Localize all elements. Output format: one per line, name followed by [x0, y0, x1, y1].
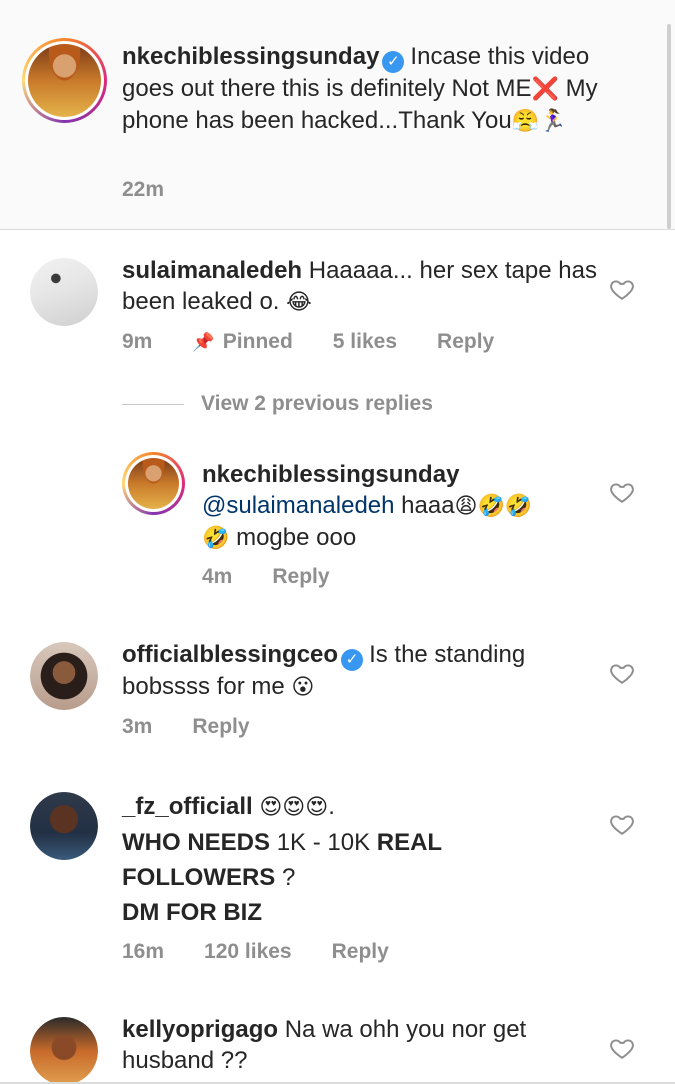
comment-time: 3m: [122, 715, 153, 738]
caption-avatar[interactable]: [22, 38, 107, 123]
comment-text: kellyoprigago Na wa ohh you nor get husb…: [122, 1014, 602, 1076]
reply-button[interactable]: Reply: [192, 715, 249, 739]
view-replies-label[interactable]: View 2 previous replies: [201, 392, 433, 416]
reply-time: 4m: [202, 565, 233, 588]
heart-outline-icon[interactable]: [609, 1035, 635, 1061]
reply-meta: 4m Reply: [202, 565, 370, 589]
reply-username[interactable]: nkechiblessingsunday: [202, 461, 459, 488]
comment-line: REAL: [370, 829, 443, 856]
comment-likes[interactable]: 5 likes: [333, 330, 397, 354]
comment-line: DM FOR BIZ: [122, 899, 262, 926]
pin-icon: 📌: [192, 331, 215, 352]
comment-text: sulaimanaledeh Haaaaa... her sex tape ha…: [122, 255, 602, 318]
avatar-image: [30, 1017, 98, 1084]
reply-button[interactable]: Reply: [437, 330, 494, 354]
comment-likes[interactable]: 120 likes: [204, 940, 292, 964]
verified-badge-icon: ✓: [341, 649, 364, 671]
reply-button[interactable]: Reply: [272, 565, 329, 589]
comment-emoji: 😮: [291, 675, 315, 700]
comment-line: 1K - 10K: [276, 829, 371, 856]
comment-text: officialblessingceo ✓ Is the standing bobs…: [122, 639, 602, 703]
caption-meta: 22m: [122, 178, 204, 202]
avatar-image: [30, 258, 98, 326]
comment-text: _fz_officiall 😍😍😍. WHO NEEDS 1K - 10K RE…: [122, 789, 602, 930]
view-replies-button[interactable]: View 2 previous replies: [122, 392, 433, 416]
avatar-image: [128, 458, 179, 509]
reply-body-1: haaa: [401, 492, 455, 519]
comment-meta: 3m Reply: [122, 715, 290, 739]
heart-outline-icon[interactable]: [609, 811, 635, 837]
comment-username[interactable]: sulaimanaledeh: [122, 257, 302, 284]
heart-outline-icon[interactable]: [609, 479, 635, 505]
verified-badge-icon: ✓: [382, 51, 405, 73]
comment-emoji: 😍😍😍: [259, 795, 329, 820]
comment-meta: 16m 120 likes Reply: [122, 940, 429, 964]
comment-avatar[interactable]: [30, 1017, 98, 1084]
avatar-image: [30, 792, 98, 860]
comment-body: .: [328, 793, 335, 820]
reply-emoji-1: 😩🤣🤣: [454, 494, 533, 519]
reply-button[interactable]: Reply: [332, 940, 389, 964]
caption-section: nkechiblessingsunday ✓ Incase this video g…: [0, 0, 675, 230]
avatar-image: [28, 44, 101, 117]
comment-meta: 9m 📌 Pinned 5 likes Reply: [122, 330, 534, 354]
comment-avatar[interactable]: [30, 258, 98, 326]
comment-username[interactable]: _fz_officiall: [122, 793, 253, 820]
divider-line: [122, 403, 184, 405]
heart-outline-icon[interactable]: [609, 276, 635, 302]
caption-emoji: 😤🏃‍♀️: [511, 109, 567, 134]
pinned-label: 📌 Pinned: [192, 330, 293, 353]
caption-text: nkechiblessingsunday ✓ Incase this video g…: [122, 41, 622, 137]
cross-mark-emoji: ❌: [531, 77, 559, 102]
reply-body-2: mogbe ooo: [236, 524, 357, 551]
comment-username[interactable]: officialblessingceo: [122, 641, 338, 668]
reply-text: nkechiblessingsunday @sulaimanaledeh haa…: [202, 459, 602, 554]
heart-outline-icon[interactable]: [609, 660, 635, 686]
reply-avatar[interactable]: [122, 452, 185, 515]
scrollbar[interactable]: [667, 24, 671, 229]
comment-time: 9m: [122, 330, 153, 353]
comment-avatar[interactable]: [30, 642, 98, 710]
comment-avatar[interactable]: [30, 792, 98, 860]
avatar-image: [30, 642, 98, 710]
caption-username[interactable]: nkechiblessingsunday: [122, 43, 379, 70]
caption-time: 22m: [122, 178, 165, 201]
comment-username[interactable]: kellyoprigago: [122, 1016, 278, 1043]
comment-line: FOLLOWERS: [122, 864, 276, 891]
comment-line: WHO NEEDS: [122, 829, 277, 856]
comment-emoji: 😂: [286, 290, 312, 315]
comment-time: 16m: [122, 940, 165, 963]
reply-emoji-2: 🤣: [202, 526, 230, 551]
comment-line: ?: [275, 864, 296, 891]
reply-mention[interactable]: @sulaimanaledeh: [202, 492, 394, 519]
